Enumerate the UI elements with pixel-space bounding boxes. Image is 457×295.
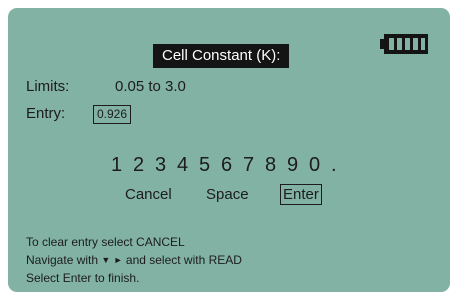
help-keyword-cancel: CANCEL xyxy=(136,235,185,249)
cancel-button[interactable]: Cancel xyxy=(125,185,172,204)
limits-value: 0.05 to 3.0 xyxy=(115,78,186,95)
help-line-finish-suffix: to finish. xyxy=(91,271,140,285)
entry-field[interactable]: 0.926 xyxy=(93,105,132,124)
help-keyword-read: READ xyxy=(208,253,242,267)
key-6[interactable]: 6 xyxy=(221,154,243,177)
key-8[interactable]: 8 xyxy=(265,154,287,177)
entry-label: Entry: xyxy=(26,105,66,122)
help-text: To clear entry select CANCEL Navigate wi… xyxy=(26,233,242,287)
enter-button[interactable]: Enter xyxy=(280,184,322,205)
help-line-navigate: Navigate with ▼ ► and select with READ xyxy=(26,251,242,269)
key-9[interactable]: 9 xyxy=(287,154,309,177)
help-line-navigate-prefix: Navigate with xyxy=(26,253,102,267)
help-line-navigate-middle: and select with xyxy=(122,253,209,267)
key-1[interactable]: 1 xyxy=(111,154,133,177)
key-4[interactable]: 4 xyxy=(177,154,199,177)
right-arrow-icon: ► xyxy=(113,255,123,265)
help-keyword-enter: Enter xyxy=(62,271,92,285)
down-arrow-icon: ▼ xyxy=(101,255,111,265)
meter-screen: Cell Constant (K): Limits: 0.05 to 3.0 E… xyxy=(8,8,450,292)
key-7[interactable]: 7 xyxy=(243,154,265,177)
key-5[interactable]: 5 xyxy=(199,154,221,177)
help-line-clear-text: To clear entry select xyxy=(26,235,137,249)
key-decimal-point[interactable]: . xyxy=(331,154,353,177)
screen-title: Cell Constant (K): xyxy=(153,44,290,68)
battery-full-icon xyxy=(380,34,428,54)
key-3[interactable]: 3 xyxy=(155,154,177,177)
help-line-finish-prefix: Select xyxy=(26,271,63,285)
limits-label: Limits: xyxy=(26,78,70,95)
space-button[interactable]: Space xyxy=(206,185,249,204)
keypad: 1 2 3 4 5 6 7 8 9 0 . xyxy=(111,154,353,177)
key-0[interactable]: 0 xyxy=(309,154,331,177)
help-line-clear: To clear entry select CANCEL xyxy=(26,233,242,251)
help-line-finish: Select Enter to finish. xyxy=(26,269,242,287)
key-2[interactable]: 2 xyxy=(133,154,155,177)
